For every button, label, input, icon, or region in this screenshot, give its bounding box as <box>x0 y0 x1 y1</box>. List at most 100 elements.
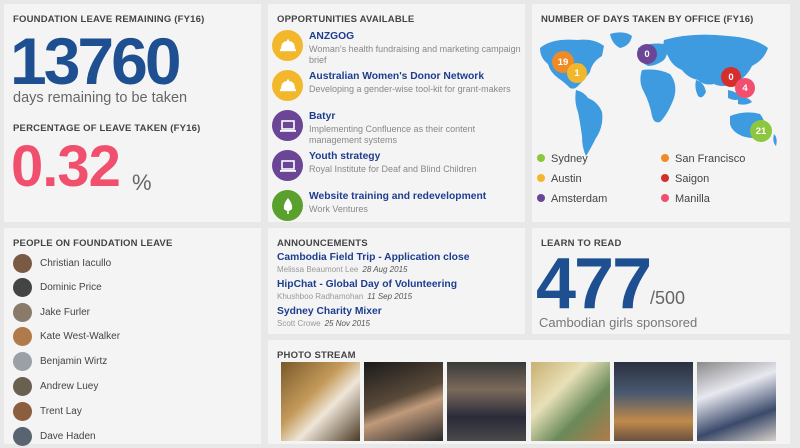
photo-panel: PHOTO STREAM <box>268 340 790 444</box>
photo-thumbnail[interactable] <box>531 362 610 441</box>
people-panel: PEOPLE ON FOUNDATION LEAVE Christian Iac… <box>4 228 261 446</box>
legend-label: San Francisco <box>675 153 746 165</box>
legend-item: Manilla <box>661 193 710 205</box>
opportunity-title: Batyr <box>309 111 336 122</box>
opportunity-item[interactable]: Youth strategy Royal Institute for Deaf … <box>272 150 527 186</box>
legend-dot <box>537 174 545 182</box>
opportunity-title: Youth strategy <box>309 151 381 162</box>
announcement-date: 25 Nov 2015 <box>324 319 370 328</box>
opportunity-item[interactable]: Australian Women's Donor Network Develop… <box>272 70 527 106</box>
person-name: Andrew Luey <box>40 380 99 392</box>
hardhat-icon <box>272 70 303 101</box>
announcement-date: 11 Sep 2015 <box>367 292 413 301</box>
photo-thumbnail[interactable] <box>281 362 360 441</box>
legend-dot <box>537 194 545 202</box>
learn-value: 477 <box>536 244 652 324</box>
legend-dot <box>661 154 669 162</box>
laptop-icon <box>272 150 303 181</box>
days-remaining-label: days remaining to be taken <box>13 90 188 106</box>
avatar <box>13 277 32 297</box>
avatar <box>13 376 32 396</box>
announcement-item[interactable]: Cambodia Field Trip - Application close … <box>277 252 469 274</box>
announcement-author: Khushboo Radhamohan <box>277 292 364 301</box>
person-row[interactable]: Christian Iacullo <box>13 253 111 273</box>
photo-thumbnail[interactable] <box>364 362 443 441</box>
person-row[interactable]: Dave Haden <box>13 426 96 446</box>
learn-panel: LEARN TO READ 477 /500 Cambodian girls s… <box>532 228 790 334</box>
announcement-item[interactable]: Sydney Charity Mixer Scott Crowe 25 Nov 2… <box>277 306 382 328</box>
announcement-author: Melissa Beaumont Lee <box>277 265 359 274</box>
announcement-meta: Khushboo Radhamohan 11 Sep 2015 <box>277 292 457 301</box>
person-row[interactable]: Kate West-Walker <box>13 326 120 346</box>
legend-item: Amsterdam <box>537 193 607 205</box>
laptop-icon <box>272 110 303 141</box>
announcement-meta: Scott Crowe 25 Nov 2015 <box>277 319 382 328</box>
announcement-title: HipChat - Global Day of Volunteering <box>277 279 458 290</box>
learn-target: /500 <box>650 288 686 308</box>
avatar <box>13 326 32 346</box>
announcements-title: ANNOUNCEMENTS <box>277 238 368 249</box>
office-pin-manilla[interactable]: 4 <box>735 78 755 98</box>
person-row[interactable]: Trent Lay <box>13 401 82 421</box>
legend-item: San Francisco <box>661 153 745 165</box>
photo-thumbnail[interactable] <box>697 362 776 441</box>
world-map <box>540 32 777 156</box>
leave-pct-sign: % <box>132 170 152 195</box>
avatar <box>13 253 32 273</box>
person-row[interactable]: Benjamin Wirtz <box>13 351 107 371</box>
people-title: PEOPLE ON FOUNDATION LEAVE <box>13 238 173 249</box>
person-name: Dave Haden <box>40 430 96 442</box>
announcement-item[interactable]: HipChat - Global Day of Volunteering Khu… <box>277 279 457 301</box>
announcements-panel: ANNOUNCEMENTS Cambodia Field Trip - Appl… <box>268 228 525 334</box>
legend-label: Amsterdam <box>551 193 608 205</box>
legend-label: Sydney <box>551 153 588 165</box>
person-name: Trent Lay <box>40 405 82 417</box>
person-row[interactable]: Andrew Luey <box>13 376 98 396</box>
opportunity-item[interactable]: ANZGOG Woman's health fundraising and ma… <box>272 30 527 66</box>
legend-item: Sydney <box>537 153 588 165</box>
photo-thumbnail[interactable] <box>447 362 526 441</box>
opportunity-title: Australian Women's Donor Network <box>309 71 485 82</box>
opportunity-desc: Woman's health fundraising and marketing… <box>309 44 521 65</box>
legend-label: Saigon <box>675 173 710 185</box>
announcement-date: 28 Aug 2015 <box>362 265 408 274</box>
avatar <box>13 302 32 322</box>
legend-label: Manilla <box>675 193 710 205</box>
opportunity-title: ANZGOG <box>309 31 355 42</box>
legend-item: Saigon <box>661 173 709 185</box>
office-pin-amsterdam[interactable]: 0 <box>637 44 657 64</box>
legend-dot <box>661 174 669 182</box>
avatar <box>13 401 32 421</box>
legend-label: Austin <box>551 173 582 185</box>
person-name: Kate West-Walker <box>40 330 121 342</box>
person-name: Christian Iacullo <box>40 257 112 269</box>
photo-title: PHOTO STREAM <box>277 350 356 361</box>
opportunities-title: OPPORTUNITIES AVAILABLE <box>277 14 415 25</box>
opportunities-panel: OPPORTUNITIES AVAILABLE ANZGOG Woman's h… <box>268 4 525 222</box>
person-name: Benjamin Wirtz <box>40 355 108 367</box>
office-pin-austin[interactable]: 1 <box>567 63 587 83</box>
legend-dot <box>661 194 669 202</box>
opportunity-item[interactable]: Website training and redevelopment Work … <box>272 190 527 226</box>
opportunity-desc: Developing a gender-wise tool-kit for gr… <box>309 84 511 94</box>
opportunity-desc: Royal Institute for Deaf and Blind Child… <box>309 164 477 174</box>
legend-dot <box>537 154 545 162</box>
photo-thumbnail[interactable] <box>614 362 693 441</box>
person-name: Dominic Price <box>40 281 102 293</box>
opportunity-item[interactable]: Batyr Implementing Confluence as their c… <box>272 110 527 146</box>
tree-icon <box>272 190 303 221</box>
leave-panel: FOUNDATION LEAVE REMAINING (FY16) 13760 … <box>4 4 261 222</box>
person-row[interactable]: Dominic Price <box>13 277 102 297</box>
learn-subtitle: Cambodian girls sponsored <box>539 315 698 330</box>
leave-pct-value: 0.32 <box>11 134 121 199</box>
announcement-meta: Melissa Beaumont Lee 28 Aug 2015 <box>277 265 469 274</box>
person-row[interactable]: Jake Furler <box>13 302 90 322</box>
avatar <box>13 426 32 446</box>
office-panel: NUMBER OF DAYS TAKEN BY OFFICE (FY16) 19 <box>532 4 790 222</box>
person-name: Jake Furler <box>40 306 91 318</box>
days-remaining-value: 13760 <box>10 24 182 98</box>
announcement-author: Scott Crowe <box>277 319 321 328</box>
office-pin-sydney[interactable]: 21 <box>750 120 772 142</box>
avatar <box>13 351 32 371</box>
opportunity-desc: Implementing Confluence as their content… <box>309 124 476 145</box>
